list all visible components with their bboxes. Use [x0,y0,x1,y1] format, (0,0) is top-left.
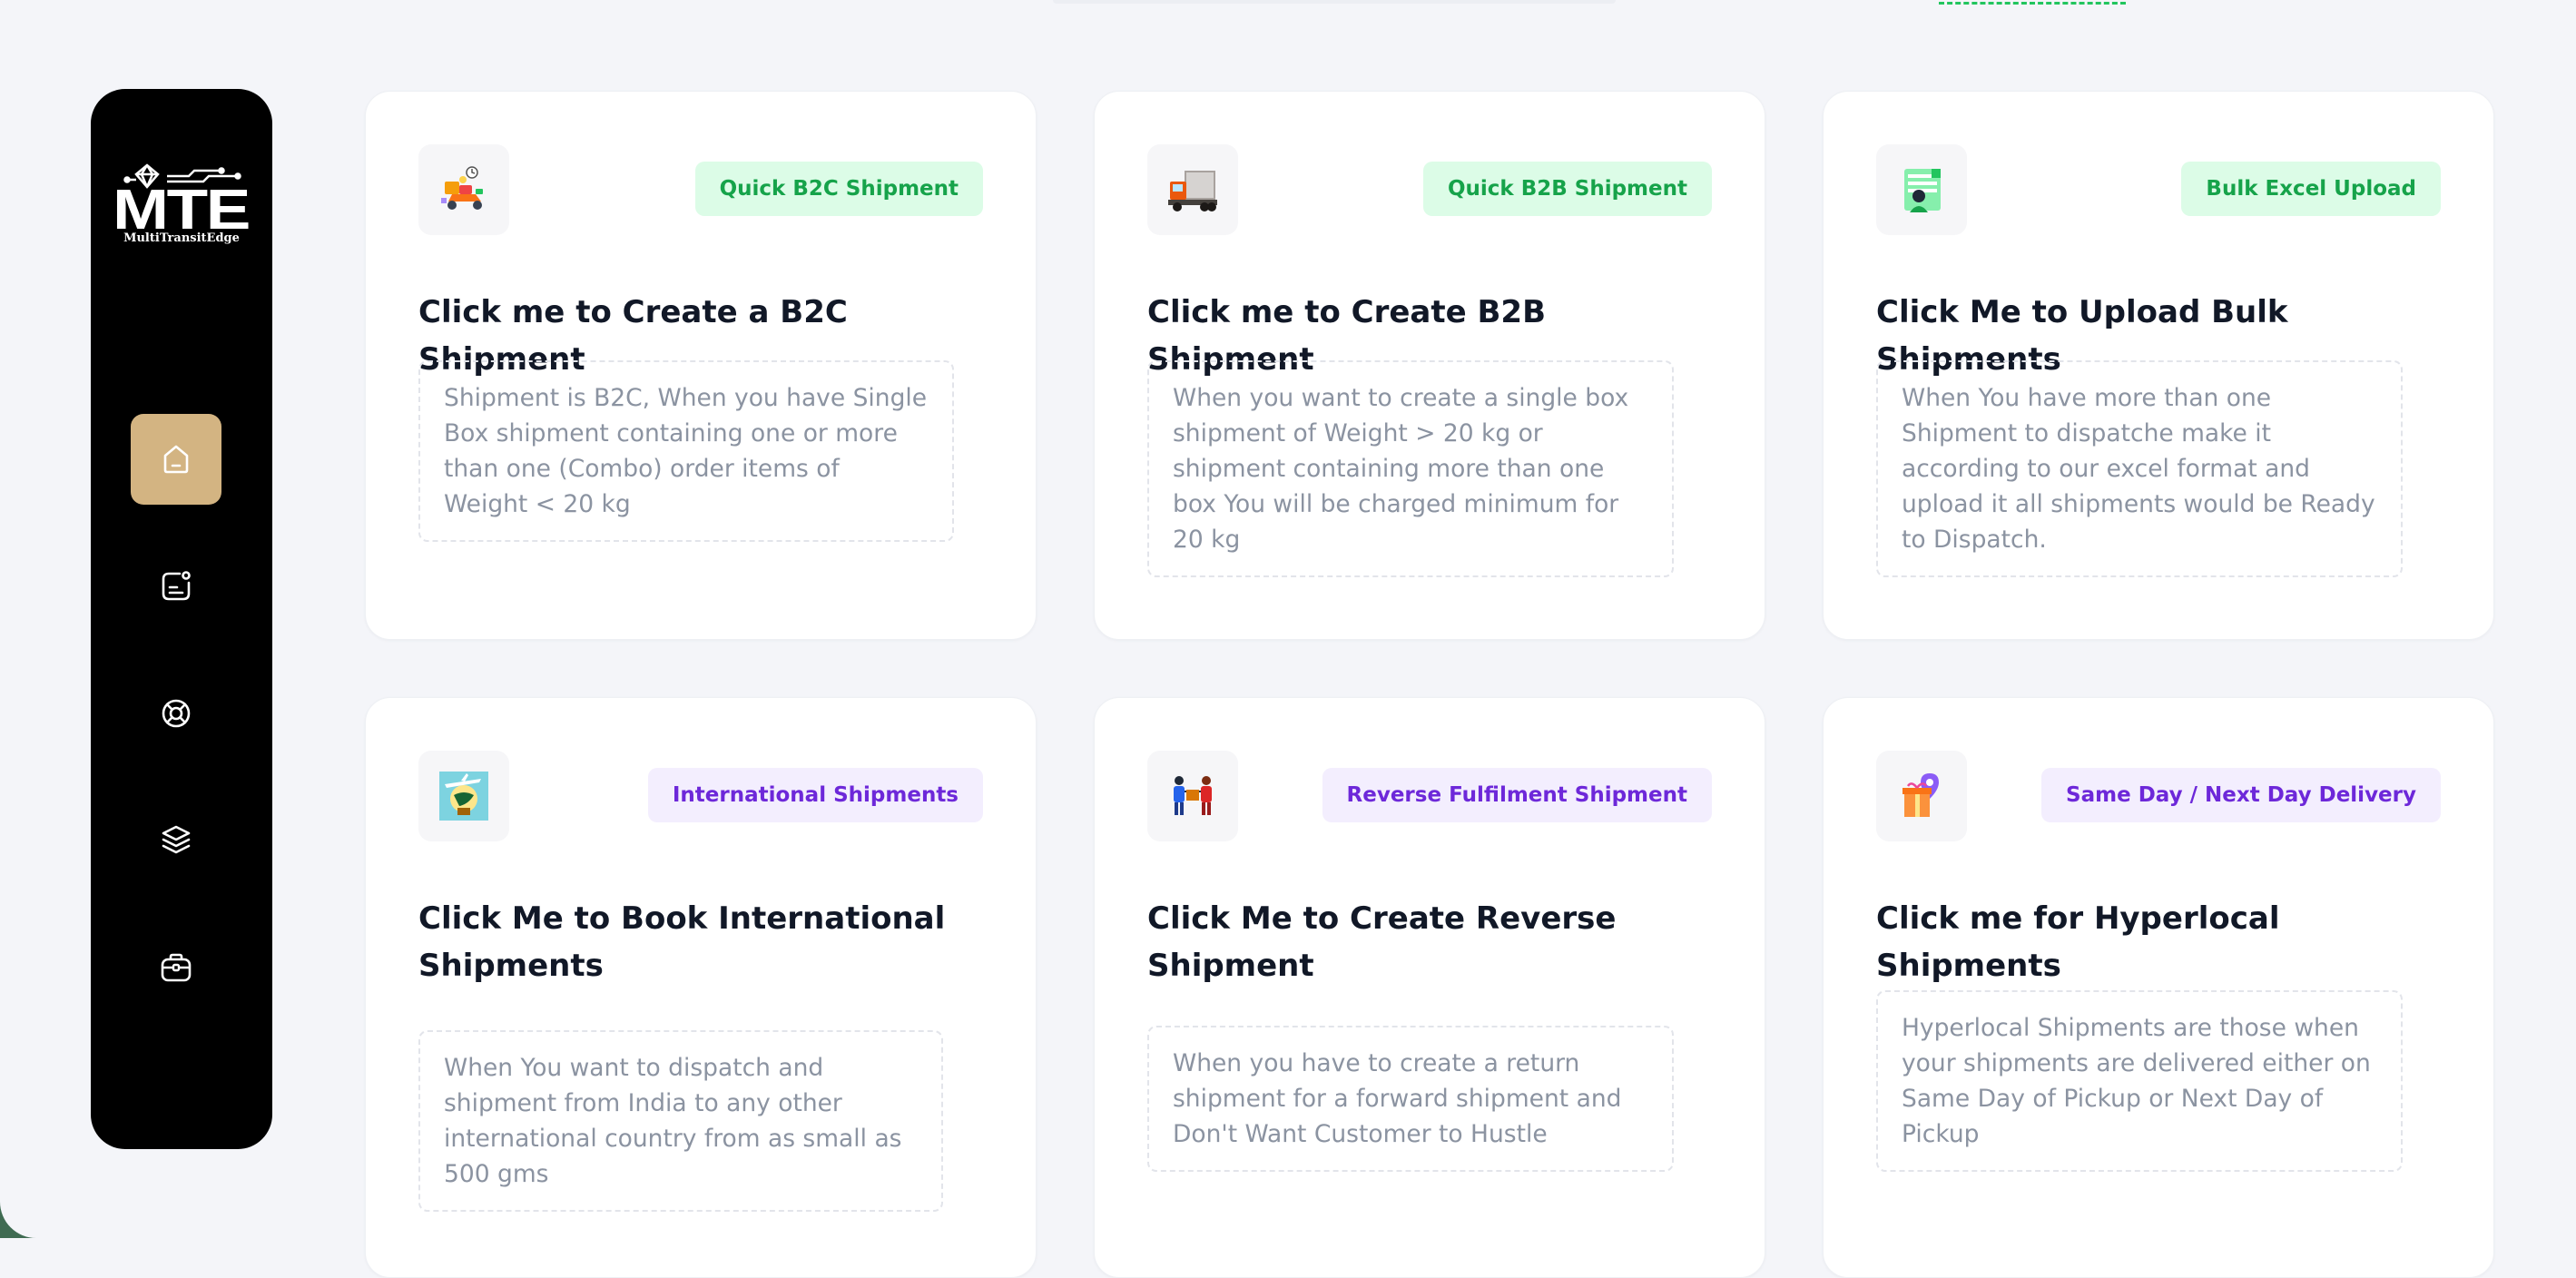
card-title[interactable]: Click Me to Book International Shipments [418,895,983,989]
top-active-indicator [1939,0,2126,5]
gift-location-icon [1903,773,1939,817]
card-icon-wrap [1876,751,1967,841]
layers-icon [162,825,191,854]
card-title[interactable]: Click Me to Create Reverse Shipment [1147,895,1712,989]
excel-upload-icon [1904,169,1941,212]
card-icon-wrap [418,144,509,235]
card-icon-wrap [1876,144,1967,235]
home-icon [163,445,189,474]
badge-same-day: Same Day / Next Day Delivery [2041,768,2441,822]
card-description: When You want to dispatch and shipment f… [418,1030,943,1212]
card-title[interactable]: Click me for Hyperlocal Shipments [1876,895,2441,989]
badge-bulk-excel: Bulk Excel Upload [2181,162,2441,216]
lifebuoy-icon [162,699,191,728]
card-description: When You have more than one Shipment to … [1876,360,2403,577]
card-icon-wrap [1147,144,1238,235]
card-description: When you want to create a single box shi… [1147,360,1674,577]
badge-reverse-fulfilment: Reverse Fulfilment Shipment [1322,768,1712,822]
badge-quick-b2b: Quick B2B Shipment [1422,162,1712,216]
globe-plane-icon [439,772,488,821]
document-icon [162,571,191,601]
brand-subtitle: MultiTransitEdge [123,231,240,245]
sidebar-item-support[interactable] [131,668,221,759]
badge-international: International Shipments [647,768,983,822]
card-reverse-fulfilment[interactable]: Reverse Fulfilment Shipment Click Me to … [1094,697,1765,1278]
card-b2c-shipment[interactable]: Quick B2C Shipment Click me to Create a … [365,91,1037,640]
card-description: When you have to create a return shipmen… [1147,1026,1674,1172]
sidebar-item-layers[interactable] [131,795,221,886]
card-icon-wrap [418,751,509,841]
delivery-scooter-icon [441,166,483,210]
top-bar-edge [1053,0,1616,4]
package-handover-icon [1174,776,1212,815]
badge-quick-b2c: Quick B2C Shipment [694,162,983,216]
card-icon-wrap [1147,751,1238,841]
sidebar-item-orders[interactable] [131,541,221,632]
card-b2b-shipment[interactable]: Quick B2B Shipment Click me to Create B2… [1094,91,1765,640]
sidebar: MTE MultiTransitEdge [91,89,272,1149]
truck-icon [1168,171,1217,211]
card-description: Hyperlocal Shipments are those when your… [1876,990,2403,1172]
card-international[interactable]: International Shipments Click Me to Book… [365,697,1037,1278]
briefcase-icon [161,953,192,982]
sidebar-item-home[interactable] [131,414,221,505]
sidebar-item-business[interactable] [131,922,221,1013]
card-hyperlocal[interactable]: Same Day / Next Day Delivery Click me fo… [1823,697,2494,1278]
card-bulk-upload[interactable]: Bulk Excel Upload Click Me to Upload Bul… [1823,91,2494,640]
card-description: Shipment is B2C, When you have Single Bo… [418,360,954,542]
